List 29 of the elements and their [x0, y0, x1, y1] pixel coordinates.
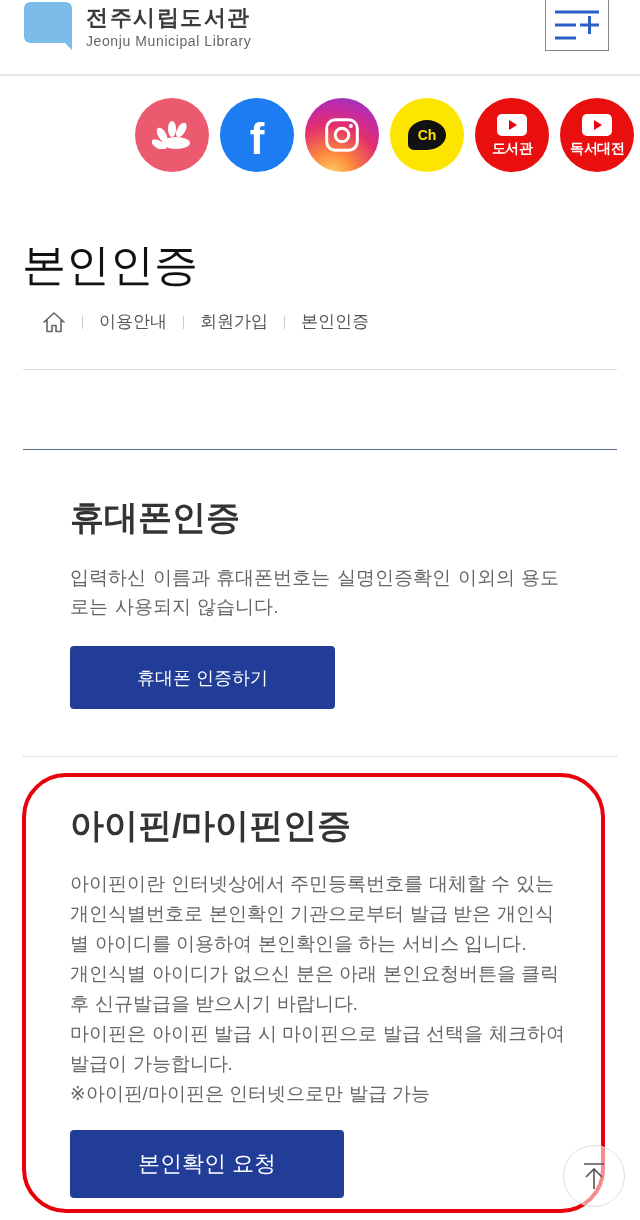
- page-title: 본인인증: [22, 239, 199, 291]
- chat-bubble: Ch: [408, 120, 446, 150]
- action-button[interactable]: 휴대폰 인증하기: [70, 646, 335, 709]
- breadcrumb-link[interactable]: 회원가입: [200, 310, 268, 334]
- home-icon[interactable]: [42, 311, 66, 333]
- description-text: ※아이핀/마이핀은 인터넷으로만 발급 가능: [70, 1082, 432, 1106]
- flower-icon: [152, 121, 192, 149]
- social-link[interactable]: 도서관: [475, 98, 549, 172]
- section-title: 휴대폰인증: [70, 497, 241, 538]
- camera-outline-icon: [325, 118, 359, 152]
- speech-bubble-icon: [24, 2, 72, 50]
- description-text: 개인식별 아이디가 없으신 분은 아래 본인요청버튼을 클릭 후 신규발급을 받으시기 바랍니다.: [70, 962, 561, 1016]
- section-title: 아이핀/마이핀인증: [70, 805, 353, 846]
- social-link[interactable]: Ch: [390, 98, 464, 172]
- description-text: 마이핀은 아이핀 발급 시 마이핀으로 발급 선택을 체크하여 발급이 가능합니다.: [70, 1022, 566, 1076]
- breadcrumb-link[interactable]: 이용안내: [99, 310, 167, 334]
- social-link[interactable]: f: [220, 98, 294, 172]
- description-text: 입력하신 이름과 휴대폰번호는 실명인증확인 이외의 용도로는 사용되지 않습니다.: [70, 566, 561, 619]
- action-button[interactable]: 본인확인 요청: [70, 1130, 344, 1198]
- menu-button[interactable]: [545, 0, 609, 51]
- play-icon: [582, 114, 612, 136]
- breadcrumb-link[interactable]: 본인인증: [301, 310, 369, 334]
- play-icon: [497, 114, 527, 136]
- menu-icon: [555, 10, 599, 40]
- logo-subtitle: Jeonju Municipal Library: [86, 33, 252, 50]
- logo-title: 전주시립도서관: [86, 6, 252, 30]
- arrow-up-icon: [582, 1162, 606, 1190]
- social-link[interactable]: 독서대전: [560, 98, 634, 172]
- description-text: 아이핀이란 인터넷상에서 주민등록번호를 대체할 수 있는 개인식별번호로 본인확인 기관으로부터 발급 받은 개인식별 아이디를 이용하여 본인확인을 하는 서비스 입니다.: [70, 872, 555, 956]
